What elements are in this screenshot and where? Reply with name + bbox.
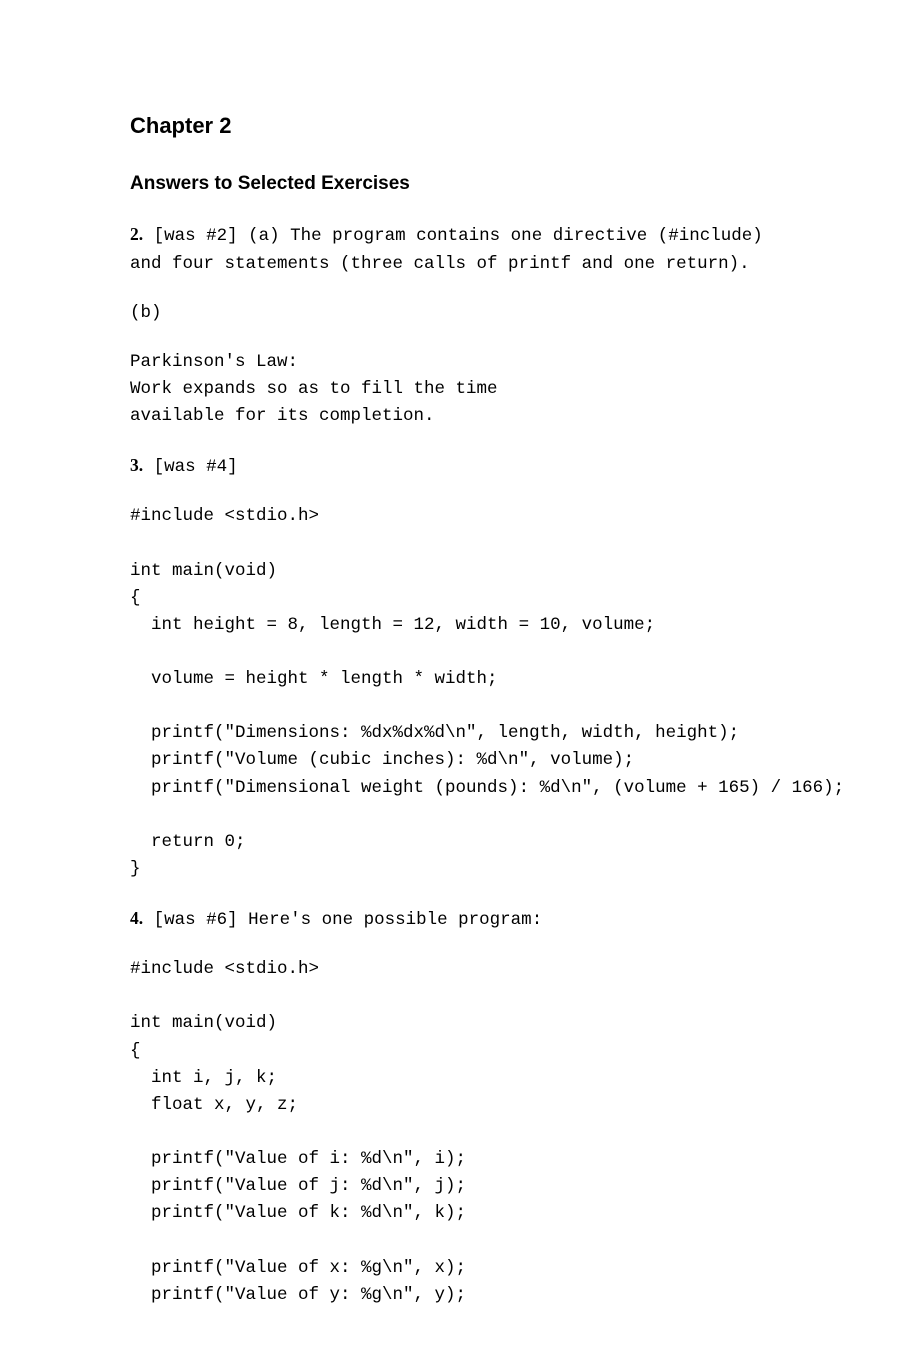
- q3-text: [was #4]: [143, 457, 238, 477]
- q3-intro: 3. [was #4]: [130, 452, 790, 481]
- q2-text-a: [was #2] (a) The program contains one di…: [130, 226, 773, 273]
- q3-code: #include <stdio.h> int main(void) { int …: [130, 503, 790, 883]
- document-page: Chapter 2 Answers to Selected Exercises …: [0, 0, 920, 1371]
- q4-text: [was #6] Here's one possible program:: [143, 910, 542, 930]
- q4-number: 4.: [130, 908, 143, 928]
- q2-output: Parkinson's Law: Work expands so as to f…: [130, 349, 790, 430]
- q2-part-a: 2. [was #2] (a) The program contains one…: [130, 221, 790, 277]
- q4-code: #include <stdio.h> int main(void) { int …: [130, 956, 790, 1309]
- q2-number: 2.: [130, 224, 143, 244]
- chapter-title: Chapter 2: [130, 110, 790, 142]
- q4-intro: 4. [was #6] Here's one possible program:: [130, 905, 790, 934]
- q2-part-b-label: (b): [130, 300, 790, 327]
- q3-number: 3.: [130, 455, 143, 475]
- section-title: Answers to Selected Exercises: [130, 170, 790, 198]
